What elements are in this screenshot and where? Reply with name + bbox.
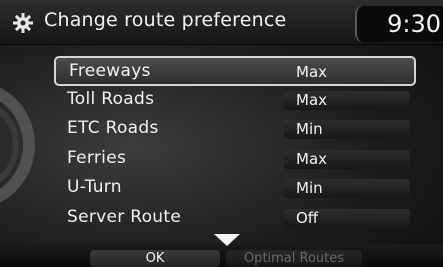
- option-label: Server Route: [67, 206, 182, 227]
- bottom-bar: [0, 244, 443, 267]
- option-value-text: Max: [296, 149, 328, 168]
- option-value: Min: [284, 120, 410, 139]
- chevron-down-icon[interactable]: [212, 233, 242, 247]
- route-preference-list: Freeways Max Toll Roads Max ETC Roads Mi…: [54, 56, 416, 233]
- option-etc-roads[interactable]: ETC Roads Min: [54, 115, 416, 145]
- clock: 9:30: [355, 6, 443, 42]
- option-value: Max: [284, 149, 410, 169]
- option-value-text: Max: [296, 63, 328, 81]
- option-server-route[interactable]: Server Route Off: [54, 204, 416, 234]
- option-value-text: Max: [296, 90, 328, 109]
- page-title: Change route preference: [44, 9, 287, 31]
- clock-time: 9:30: [387, 10, 441, 38]
- option-value: Min: [284, 179, 410, 198]
- option-value-text: Off: [296, 208, 319, 227]
- option-toll-roads[interactable]: Toll Roads Max: [54, 86, 416, 116]
- title-bar: Change route preference 9:30: [0, 0, 443, 45]
- option-value: Off: [284, 208, 410, 228]
- option-label: Ferries: [67, 147, 127, 168]
- option-value: Max: [284, 90, 410, 110]
- option-value: Max: [284, 63, 410, 82]
- option-ferries[interactable]: Ferries Max: [54, 145, 416, 175]
- navigation-screen: Change route preference 9:30 Freeways Ma…: [0, 0, 443, 267]
- option-label: Freeways: [69, 61, 151, 81]
- gear-icon: [13, 13, 33, 33]
- option-freeways[interactable]: Freeways Max: [54, 56, 416, 86]
- option-u-turn[interactable]: U-Turn Min: [54, 174, 416, 204]
- option-value-text: Min: [296, 179, 323, 197]
- ok-button[interactable]: OK: [90, 250, 220, 267]
- option-value-text: Min: [296, 120, 323, 138]
- option-label: Toll Roads: [67, 88, 155, 109]
- option-label: U-Turn: [67, 177, 122, 197]
- optimal-routes-button[interactable]: Optimal Routes: [226, 250, 362, 267]
- option-label: ETC Roads: [67, 118, 159, 138]
